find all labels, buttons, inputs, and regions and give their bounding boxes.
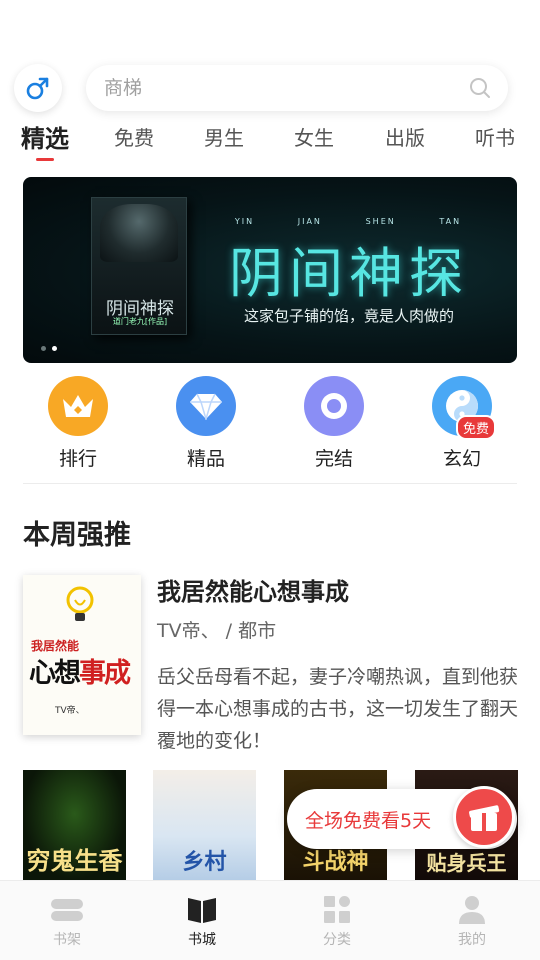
promo-text: 全场免费看5天 <box>305 810 432 832</box>
cover-line2: 心想事成 <box>29 651 131 690</box>
yin-yang-icon: 免费 <box>432 376 496 440</box>
banner-title: 阴间神探 <box>229 242 469 305</box>
tab-active-indicator <box>36 158 54 161</box>
gift-icon <box>453 786 515 848</box>
pinyin-syllable: JIAN <box>297 217 322 226</box>
category-label: 精品 <box>186 448 225 470</box>
nav-bookstore[interactable]: 书城 <box>162 895 242 949</box>
search-bar[interactable] <box>86 65 508 111</box>
category-label: 排行 <box>58 448 97 470</box>
pinyin-syllable: TAN <box>439 217 462 226</box>
book-cover[interactable]: 穷鬼生香 <box>23 770 126 880</box>
banner-book-cover: 阴间神探 道门老九[作品] <box>91 197 187 335</box>
pinyin-syllable: YIN <box>234 217 255 226</box>
free-badge: 免费 <box>455 415 496 440</box>
nav-category[interactable]: 分类 <box>297 895 377 949</box>
book-cover[interactable]: 乡村 <box>153 770 256 880</box>
gender-toggle-button[interactable] <box>14 64 62 112</box>
ring-icon <box>304 376 364 436</box>
featured-book-description: 岳父岳母看不起，妻子冷嘲热讽，直到他获得一本心想事成的古书，这一切发生了翻天覆地… <box>157 666 519 752</box>
nav-profile[interactable]: 我的 <box>432 895 512 949</box>
cover-author: TV帝、 <box>55 706 85 716</box>
tab-male[interactable]: 男生 <box>204 122 244 151</box>
carousel-dots <box>41 346 57 351</box>
tab-free[interactable]: 免费 <box>114 122 154 151</box>
category-label: 玄幻 <box>442 448 481 470</box>
tab-audiobook[interactable]: 听书 <box>475 122 515 151</box>
carousel-dot[interactable] <box>41 346 46 351</box>
tab-publish[interactable]: 出版 <box>385 122 425 151</box>
banner-pinyin: YIN JIAN SHEN TAN <box>213 217 483 226</box>
lightbulb-icon <box>66 586 94 621</box>
cover-line2a: 心想 <box>29 658 81 689</box>
channel-tabs: 精选 免费 男生 女生 出版 听书 <box>0 122 540 166</box>
category-ranking[interactable]: 排行 <box>33 376 123 471</box>
nav-label: 书城 <box>188 932 216 948</box>
category-shortcuts: 排行 精品 完结 免费 玄幻 <box>0 376 540 472</box>
category-fantasy[interactable]: 免费 玄幻 <box>417 376 507 471</box>
nav-label: 分类 <box>323 932 351 948</box>
category-premium[interactable]: 精品 <box>161 376 251 471</box>
cover-text: 贴身兵王 <box>426 851 507 875</box>
cover-text: 穷鬼生香 <box>26 846 123 875</box>
crown-icon <box>48 376 108 436</box>
nav-label: 书架 <box>53 932 81 948</box>
category-completed[interactable]: 完结 <box>289 376 379 471</box>
male-icon <box>26 77 49 100</box>
section-divider <box>23 483 517 484</box>
tab-female[interactable]: 女生 <box>294 122 334 151</box>
pinyin-syllable: SHEN <box>365 217 396 226</box>
tab-selected[interactable]: 精选 <box>21 119 69 154</box>
cover-figure-image <box>100 204 178 262</box>
bookshelf-icon <box>51 895 83 925</box>
search-icon[interactable] <box>468 76 492 100</box>
featured-book-meta: TV帝、 / 都市 <box>157 620 277 642</box>
free-promo-button[interactable]: 全场免费看5天 <box>287 786 517 849</box>
diamond-icon <box>176 376 236 436</box>
banner-carousel[interactable]: 阴间神探 道门老九[作品] YIN JIAN SHEN TAN 阴间神探 这家包… <box>23 177 517 363</box>
cover-subtitle: 道门老九[作品] <box>112 317 168 326</box>
nav-label: 我的 <box>458 932 486 948</box>
category-label: 完结 <box>314 448 353 470</box>
bottom-nav: 书架 书城 分类 我的 <box>0 880 540 960</box>
grid-icon <box>321 895 353 925</box>
search-input[interactable] <box>104 77 468 99</box>
cover-text: 乡村 <box>182 849 227 875</box>
cover-line2b: 事成 <box>79 658 131 689</box>
open-book-icon <box>186 895 218 925</box>
user-icon <box>456 895 488 925</box>
featured-book-cover[interactable]: 我居然能 心想事成 TV帝、 <box>23 575 141 735</box>
nav-bookshelf[interactable]: 书架 <box>27 895 107 949</box>
banner-tagline: 这家包子铺的馅，竟是人肉做的 <box>243 307 454 325</box>
section-title: 本周强推 <box>23 520 131 551</box>
carousel-dot-active[interactable] <box>52 346 57 351</box>
featured-book-title[interactable]: 我居然能心想事成 <box>157 572 349 607</box>
